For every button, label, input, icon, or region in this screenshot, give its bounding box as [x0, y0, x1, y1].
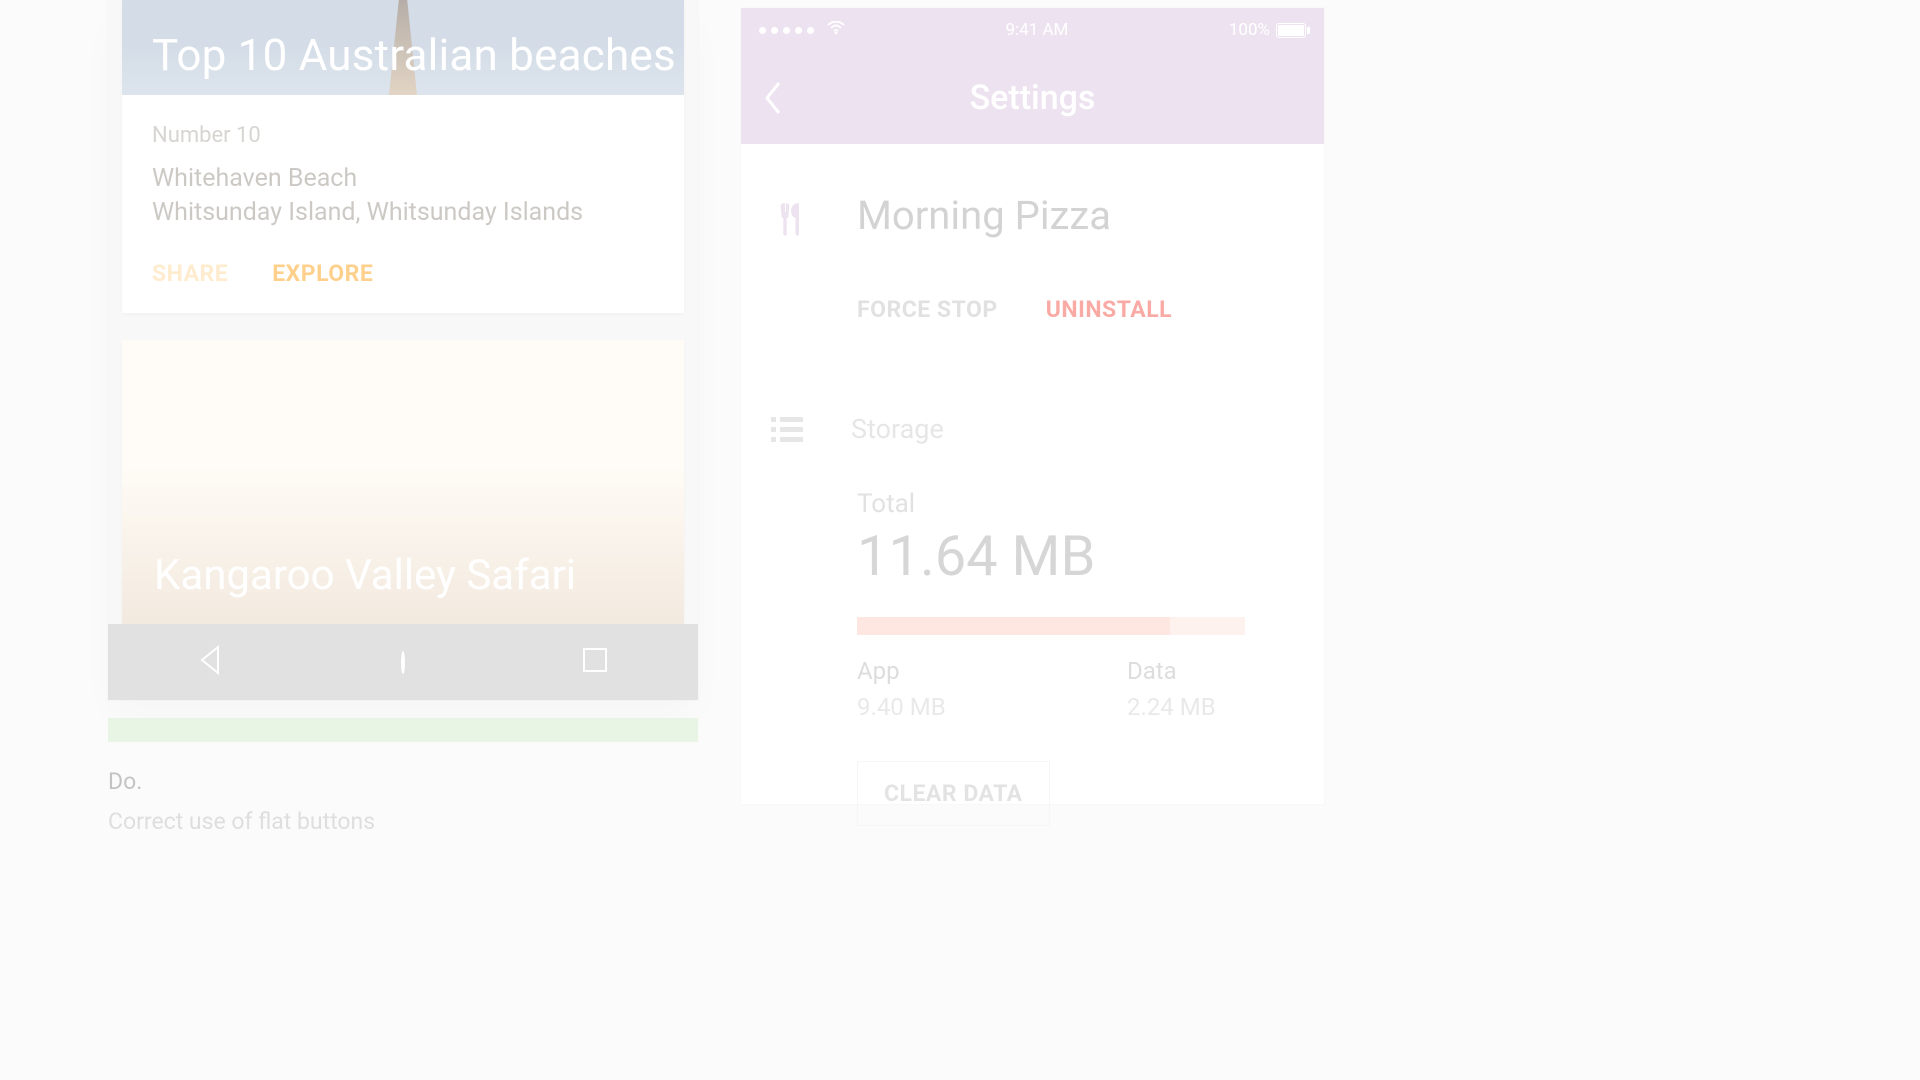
card-actions: SHARE EXPLORE	[122, 246, 684, 313]
ios-status-bar: 9:41 AM 100%	[741, 8, 1324, 52]
ios-frame: 9:41 AM 100% Settings Morning Pizza FORC…	[741, 8, 1324, 804]
card-overline: Number 10	[152, 123, 654, 148]
total-value: 11.64 MB	[857, 523, 1294, 589]
android-navbar	[108, 624, 698, 700]
back-button[interactable]	[761, 80, 785, 125]
uninstall-button[interactable]: UNINSTALL	[1046, 296, 1172, 323]
card-line1: Whitehaven Beach	[152, 162, 654, 196]
total-label: Total	[857, 489, 1294, 519]
data-label: Data	[1127, 657, 1245, 685]
caption-sub: Correct use of flat buttons	[108, 808, 375, 835]
card-hero-image: Top 10 Australian beaches	[122, 0, 684, 95]
caption-do: Do.	[108, 768, 142, 795]
force-stop-button[interactable]: FORCE STOP	[857, 296, 998, 323]
app-name: Morning Pizza	[857, 192, 1111, 239]
nav-title: Settings	[970, 78, 1096, 118]
nav-home-icon[interactable]	[401, 653, 405, 672]
card-body: Number 10 Whitehaven Beach Whitsunday Is…	[122, 95, 684, 246]
storage-breakdown: App 9.40 MB Data 2.24 MB	[857, 657, 1245, 721]
card-title: Top 10 Australian beaches	[152, 29, 676, 81]
card-title: Kangaroo Valley Safari	[154, 551, 576, 600]
signal-icon	[759, 20, 845, 40]
battery-indicator: 100%	[1229, 20, 1306, 40]
data-value: 2.24 MB	[1127, 693, 1245, 721]
storage-label: Storage	[851, 413, 944, 445]
android-example: Top 10 Australian beaches Number 10 Whit…	[108, 0, 698, 700]
app-value: 9.40 MB	[857, 693, 1127, 721]
ios-content: Morning Pizza FORCE STOP UNINSTALL Stora…	[741, 144, 1324, 826]
ios-nav-bar: Settings	[741, 52, 1324, 144]
battery-pct: 100%	[1229, 20, 1270, 40]
storage-section: Storage	[771, 323, 1294, 445]
app-section: Morning Pizza	[771, 144, 1294, 240]
card-safari: Kangaroo Valley Safari	[122, 340, 684, 624]
share-button[interactable]: SHARE	[152, 260, 228, 287]
app-label: App	[857, 657, 1127, 685]
nav-back-icon[interactable]	[194, 643, 228, 681]
card-beaches: Top 10 Australian beaches Number 10 Whit…	[122, 0, 684, 313]
explore-button[interactable]: EXPLORE	[272, 260, 373, 287]
wifi-icon	[827, 20, 845, 40]
storage-total: Total 11.64 MB	[857, 489, 1294, 589]
do-indicator-bar	[108, 718, 698, 742]
status-time: 9:41 AM	[1005, 20, 1068, 40]
android-frame: Top 10 Australian beaches Number 10 Whit…	[108, 0, 698, 700]
storage-icon	[771, 417, 803, 443]
storage-bar-app	[857, 617, 1170, 635]
app-buttons: FORCE STOP UNINSTALL	[857, 296, 1294, 323]
clear-data-button[interactable]: CLEAR DATA	[857, 761, 1050, 826]
storage-bar	[857, 617, 1245, 635]
battery-icon	[1276, 23, 1306, 38]
nav-recent-icon[interactable]	[578, 643, 612, 681]
restaurant-icon	[771, 198, 813, 240]
card-line2: Whitsunday Island, Whitsunday Islands	[152, 196, 654, 230]
